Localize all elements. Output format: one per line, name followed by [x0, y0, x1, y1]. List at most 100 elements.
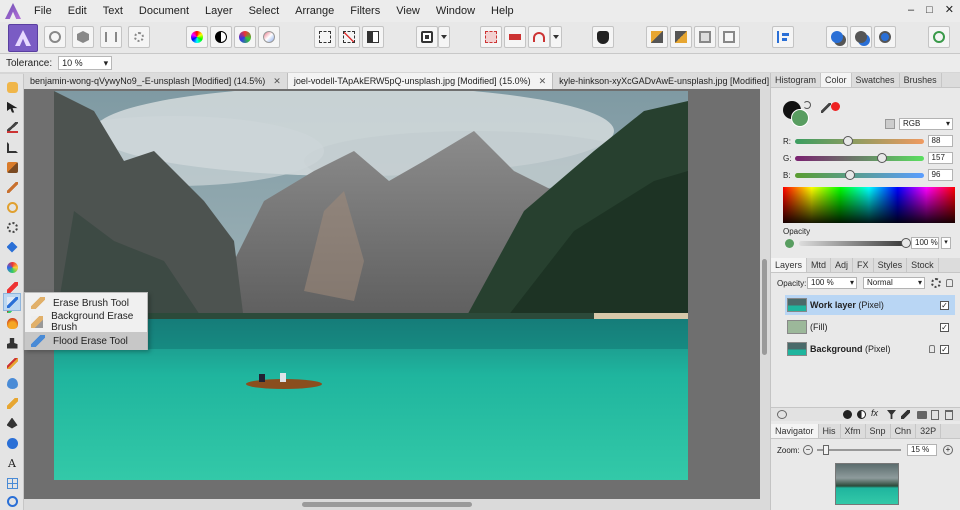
green-slider[interactable]	[795, 152, 924, 163]
menu-view[interactable]: View	[388, 0, 428, 22]
blend-mode-select[interactable]: Normal ▾	[863, 277, 925, 289]
menu-text[interactable]: Text	[95, 0, 131, 22]
tab-histogram[interactable]: Histogram	[771, 73, 822, 87]
text-tool-icon[interactable]: A	[3, 454, 21, 472]
white-balance-icon[interactable]	[258, 26, 280, 48]
menu-arrange[interactable]: Arrange	[287, 0, 342, 22]
dodge-tool-icon[interactable]	[3, 314, 21, 332]
align-icon[interactable]	[772, 26, 794, 48]
horizontal-scrollbar[interactable]	[24, 499, 770, 510]
move-tool-icon[interactable]	[3, 98, 21, 116]
green-value-input[interactable]: 157	[927, 152, 953, 164]
lock-icon[interactable]	[929, 345, 935, 353]
liquify-persona-icon[interactable]	[44, 26, 66, 48]
maximize-button[interactable]: □	[926, 0, 933, 20]
undo-dropdown-icon[interactable]	[550, 26, 562, 48]
menu-document[interactable]: Document	[131, 0, 197, 22]
tab-adj[interactable]: Adj	[831, 258, 854, 272]
tab-32p[interactable]: 32P	[916, 424, 942, 438]
develop-persona-icon[interactable]	[72, 26, 94, 48]
folder-icon[interactable]	[917, 411, 927, 419]
tab-snapshots[interactable]: Snp	[866, 424, 891, 438]
clone-tool-icon[interactable]	[3, 334, 21, 352]
tab-fx[interactable]: FX	[853, 258, 874, 272]
background-erase-brush-item[interactable]: Background Erase Brush	[25, 311, 147, 333]
close-tab-icon[interactable]: ✕	[273, 76, 281, 87]
lake-mountain-photo[interactable]	[54, 91, 688, 480]
adjustment-icon[interactable]	[843, 410, 852, 419]
deselect-icon[interactable]	[338, 26, 360, 48]
menu-file[interactable]: File	[26, 0, 60, 22]
levels-icon[interactable]	[210, 26, 232, 48]
primary-color-swatch[interactable]	[791, 109, 809, 127]
lock-icon[interactable]	[946, 279, 953, 287]
zoom-in-icon[interactable]: +	[943, 445, 953, 455]
refine-selection-icon[interactable]	[480, 26, 502, 48]
arrange-forward-icon[interactable]	[694, 26, 716, 48]
horizontal-scroll-thumb[interactable]	[302, 502, 472, 507]
layer-row-fill[interactable]: (Fill) ✓	[785, 317, 955, 337]
tab-stock[interactable]: Stock	[907, 258, 939, 272]
erase-brush-tool-item[interactable]: Erase Brush Tool	[25, 294, 147, 312]
boolean-intersect-icon[interactable]	[874, 26, 896, 48]
tab-history[interactable]: His	[819, 424, 841, 438]
opacity-slider-knob[interactable]	[901, 238, 911, 248]
arrange-back-icon[interactable]	[646, 26, 668, 48]
invert-selection-icon[interactable]	[362, 26, 384, 48]
noise-toggle-icon[interactable]	[885, 119, 895, 129]
assistant-icon[interactable]	[592, 26, 614, 48]
shape-tool-icon[interactable]	[3, 434, 21, 452]
tab-swatches[interactable]: Swatches	[852, 73, 900, 87]
zoom-slider[interactable]	[817, 445, 901, 455]
undo-brush-icon[interactable]	[528, 26, 550, 48]
zoom-slider-knob[interactable]	[823, 445, 829, 455]
blue-value-input[interactable]: 96	[927, 169, 953, 181]
export-persona-icon[interactable]	[128, 26, 150, 48]
filter-icon[interactable]	[887, 410, 896, 419]
quick-mask-dropdown-icon[interactable]	[438, 26, 450, 48]
minimize-button[interactable]: –	[908, 0, 914, 20]
color-mode-select[interactable]: RGB ▾	[899, 118, 953, 130]
layer-visibility-checkbox[interactable]: ✓	[940, 344, 949, 354]
tolerance-select[interactable]: 10 % ▾	[58, 56, 113, 70]
flood-select-tool-icon[interactable]	[3, 178, 21, 196]
smudge-tool-icon[interactable]	[3, 394, 21, 412]
blur-tool-icon[interactable]	[3, 374, 21, 392]
freehand-select-tool-icon[interactable]	[3, 218, 21, 236]
menu-select[interactable]: Select	[241, 0, 288, 22]
tab-mtd[interactable]: Mtd	[807, 258, 832, 272]
quick-mask-icon[interactable]	[416, 26, 438, 48]
boolean-subtract-icon[interactable]	[850, 26, 872, 48]
color-picker-tool-icon[interactable]	[3, 118, 21, 136]
document-tab-active[interactable]: joel-vodell-TApAkERW5pQ-unsplash.jpg [Mo…	[287, 73, 554, 89]
color-wheel-icon[interactable]	[186, 26, 208, 48]
layer-row-work-layer[interactable]: Work layer (Pixel) ✓	[785, 295, 955, 315]
user-account-icon[interactable]	[928, 26, 950, 48]
add-layer-icon[interactable]	[931, 410, 939, 420]
live-filter-icon[interactable]	[857, 410, 866, 419]
arrange-front-icon[interactable]	[718, 26, 740, 48]
tab-brushes[interactable]: Brushes	[900, 73, 942, 87]
delete-layer-icon[interactable]	[945, 410, 953, 420]
menu-filters[interactable]: Filters	[342, 0, 388, 22]
red-slider-knob[interactable]	[843, 135, 853, 146]
green-slider-knob[interactable]	[877, 152, 887, 163]
straighten-icon[interactable]	[504, 26, 526, 48]
view-tool-icon[interactable]	[3, 78, 21, 96]
zoom-value-input[interactable]: 15 %	[907, 444, 937, 456]
boolean-add-icon[interactable]	[826, 26, 848, 48]
blue-slider[interactable]	[794, 169, 924, 180]
brush-icon[interactable]	[901, 410, 910, 419]
menu-edit[interactable]: Edit	[60, 0, 95, 22]
close-tab-icon[interactable]: ✕	[539, 76, 547, 87]
menu-help[interactable]: Help	[483, 0, 522, 22]
zoom-tool-icon[interactable]	[3, 492, 21, 510]
flood-erase-tool-item[interactable]: Flood Erase Tool	[25, 332, 147, 350]
layer-visibility-checkbox[interactable]: ✓	[940, 322, 949, 332]
menu-window[interactable]: Window	[428, 0, 483, 22]
gradient-tool-icon[interactable]	[3, 258, 21, 276]
erase-brush-tool-icon[interactable]	[3, 293, 21, 311]
tab-layers[interactable]: Layers	[771, 258, 808, 272]
opacity-value-input[interactable]: 100 %	[911, 237, 939, 249]
navigator-preview[interactable]	[835, 463, 899, 505]
